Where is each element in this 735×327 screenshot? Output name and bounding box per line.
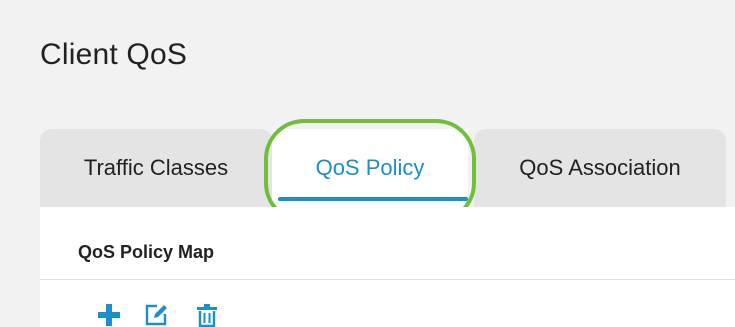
- divider: [40, 279, 735, 280]
- page-title: Client QoS: [40, 38, 188, 71]
- policy-map-panel: QoS Policy Map: [40, 207, 735, 327]
- active-tab-indicator: [278, 197, 468, 201]
- edit-icon: [145, 304, 167, 326]
- page-header: Client QoS: [0, 0, 735, 112]
- tab-traffic-classes[interactable]: Traffic Classes: [40, 129, 272, 207]
- edit-button[interactable]: [144, 303, 170, 327]
- delete-button[interactable]: [194, 303, 220, 327]
- plus-icon: [98, 304, 120, 326]
- add-button[interactable]: [96, 303, 122, 327]
- tab-label: QoS Policy: [315, 155, 425, 180]
- tab-qos-policy[interactable]: QoS Policy: [272, 129, 468, 207]
- panel-title: QoS Policy Map: [78, 242, 215, 262]
- tab-label: QoS Association: [519, 155, 681, 180]
- tab-label: Traffic Classes: [83, 155, 229, 180]
- trash-icon: [197, 304, 217, 327]
- tab-qos-association[interactable]: QoS Association: [474, 129, 726, 207]
